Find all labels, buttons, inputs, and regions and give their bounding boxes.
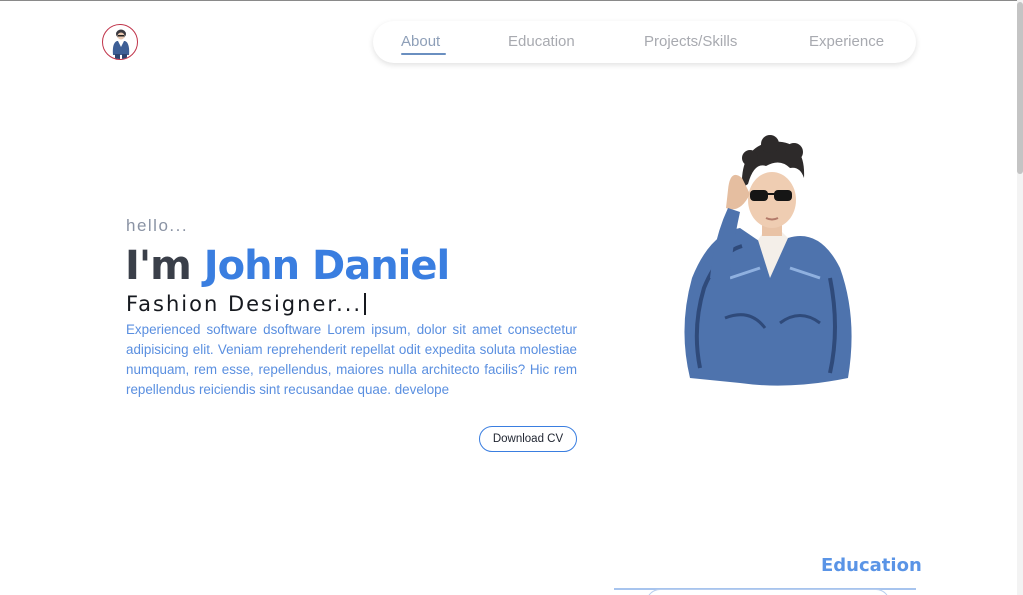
education-card [646,589,890,595]
hero-headline: I'm John Daniel [125,242,450,290]
scrollbar-thumb[interactable] [1017,2,1023,174]
hero-name: John Daniel [203,243,450,289]
nav-item-about[interactable]: About [401,33,440,50]
typing-cursor [364,293,367,315]
nav-item-projects-skills[interactable]: Projects/Skills [644,33,737,50]
hero-role: Fashion Designer... [126,292,367,316]
education-section-title: Education [821,555,922,576]
main-navigation: About Education Projects/Skills Experien… [373,21,916,63]
window-top-border [0,0,1023,1]
hero-greeting: hello... [126,216,189,235]
nav-active-underline [401,53,446,55]
portrait-illustration [670,128,870,388]
hero-intro: I'm [125,243,192,289]
nav-item-education[interactable]: Education [508,33,575,50]
avatar-logo-icon[interactable] [102,24,138,60]
page-scrollbar[interactable] [1017,0,1023,595]
hero-role-text: Fashion Designer... [126,292,363,316]
hero-bio: Experienced software dsoftware Lorem ips… [126,322,577,397]
download-cv-button[interactable]: Download CV [479,426,577,452]
nav-item-experience[interactable]: Experience [809,33,884,50]
